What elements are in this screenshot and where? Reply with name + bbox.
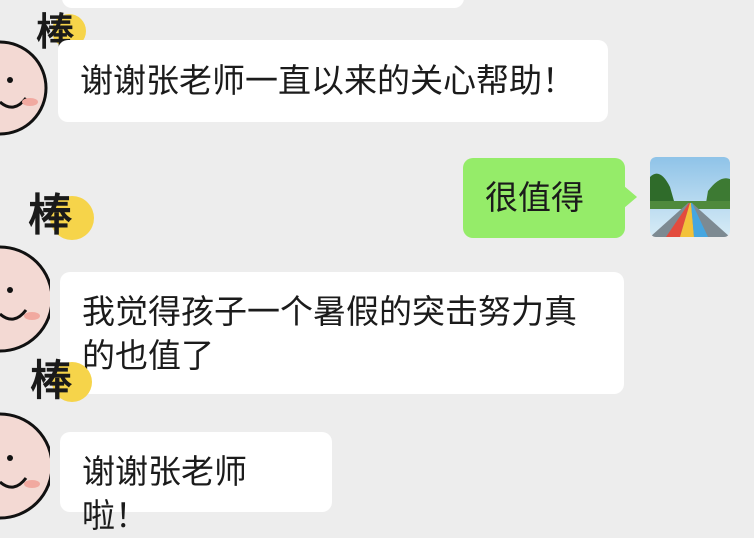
message-text-2: 很值得 — [485, 178, 584, 217]
message-text-4: 谢谢张老师啦！ — [82, 452, 247, 535]
sticker-bang-2: 棒 — [28, 190, 72, 241]
previous-message-bubble[interactable] — [62, 0, 464, 8]
message-text-3-line-1: 我觉得孩子一个暑假的突击努力真 — [82, 292, 577, 331]
message-bubble-3[interactable]: 我觉得孩子一个暑假的突击努力真 的也值了 — [60, 272, 624, 394]
message-text-1: 谢谢张老师一直以来的关心帮助！ — [80, 61, 575, 100]
sticker-bang-3: 棒 — [30, 356, 73, 405]
message-bubble-1[interactable]: 谢谢张老师一直以来的关心帮助！ — [58, 40, 608, 122]
avatar-smiley-2[interactable] — [0, 244, 50, 354]
message-bubble-2[interactable]: 很值得 — [463, 158, 625, 238]
message-bubble-4[interactable]: 谢谢张老师啦！ — [60, 432, 332, 535]
avatar-road-photo[interactable] — [650, 157, 730, 237]
bubble-tail — [624, 186, 637, 208]
avatar-smiley-3[interactable] — [0, 410, 50, 520]
avatar-smiley-1[interactable] — [0, 40, 50, 136]
message-text-3-line-2: 的也值了 — [82, 336, 214, 375]
